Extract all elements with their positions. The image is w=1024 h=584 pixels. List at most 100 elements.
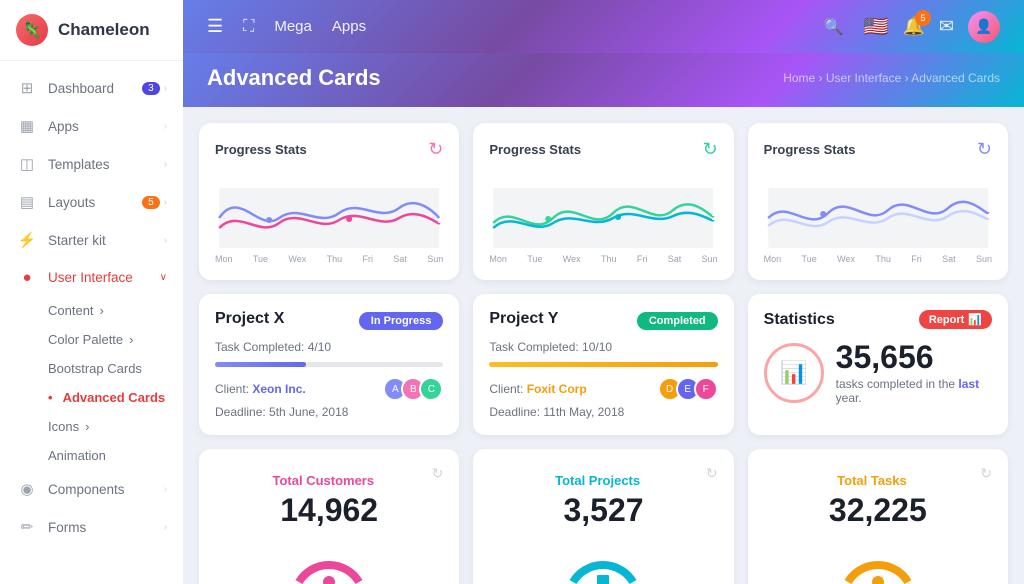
sidebar-item-components[interactable]: ◉ Components › — [0, 470, 183, 508]
chart-icon-1[interactable]: ↻ — [428, 139, 443, 160]
refresh-icon-customers[interactable]: ↻ — [432, 465, 444, 482]
card-header-3: Progress Stats ↻ — [764, 139, 992, 160]
search-icon[interactable]: 🔍 — [824, 17, 844, 37]
subnav-advanced-cards[interactable]: Advanced Cards — [48, 383, 183, 412]
chart-icon-2[interactable]: ↻ — [703, 139, 718, 160]
apps-label: Apps — [48, 119, 164, 134]
dashboard-icon: ⊞ — [16, 79, 38, 97]
statistics-title: Statistics — [764, 311, 835, 329]
subnav-content[interactable]: Content › — [48, 296, 183, 325]
userinterface-icon: ● — [16, 269, 38, 286]
chart-icon-3[interactable]: ↻ — [977, 139, 992, 160]
avatar-3: C — [419, 377, 443, 401]
main-area: ☰ ⛶ Mega Apps 🔍 🇺🇸 🔔 5 ✉ 👤 Advanced Card… — [183, 0, 1024, 584]
sidebar-item-starterkit[interactable]: ⚡ Starter kit › — [0, 221, 183, 259]
app-name: Chameleon — [58, 20, 150, 40]
sidebar-item-apps[interactable]: ▦ Apps › — [0, 107, 183, 145]
progress-stats-card-2: Progress Stats ↻ MonTueWexThuFriSatSun — [473, 123, 733, 280]
layouts-label: Layouts — [48, 195, 142, 210]
content-area: Progress Stats ↻ M — [183, 107, 1024, 584]
total-projects-number: 3,527 — [489, 492, 717, 529]
page-title: Advanced Cards — [207, 65, 381, 91]
chart-labels-2: MonTueWexThuFriSatSun — [489, 254, 717, 264]
project-x-deadline: Deadline: 5th June, 2018 — [215, 405, 443, 419]
layouts-badge: 5 — [142, 196, 160, 209]
card-header-2: Progress Stats ↻ — [489, 139, 717, 160]
avatar-6: F — [694, 377, 718, 401]
icons-label: Icons — [48, 419, 79, 434]
project-x-status: In Progress — [359, 312, 444, 330]
refresh-icon-projects[interactable]: ↻ — [706, 465, 718, 482]
sidebar-item-templates[interactable]: ◫ Templates › — [0, 145, 183, 183]
chart-area-1 — [215, 168, 443, 248]
header-nav: Mega Apps — [274, 18, 803, 35]
cards-grid: Progress Stats ↻ M — [199, 123, 1008, 584]
logo-area: 🦎 Chameleon — [0, 0, 183, 61]
card-title-2: Progress Stats — [489, 142, 581, 157]
project-x-title: Project X — [215, 310, 284, 328]
refresh-icon-tasks[interactable]: ↻ — [980, 465, 992, 482]
dashboard-badge: 3 — [142, 82, 160, 95]
project-y-card: Project Y Completed Task Completed: 10/1… — [473, 294, 733, 435]
chart-area-3 — [764, 168, 992, 248]
statistics-header: Statistics Report 📊 — [764, 310, 992, 329]
components-label: Components — [48, 482, 164, 497]
subnav-animation[interactable]: Animation — [48, 441, 183, 470]
sidebar-item-dashboard[interactable]: ⊞ Dashboard 3 › — [0, 69, 183, 107]
starterkit-icon: ⚡ — [16, 231, 38, 249]
subnav-bootstrap-cards[interactable]: Bootstrap Cards — [48, 354, 183, 383]
total-tasks-donut — [764, 537, 992, 584]
statistics-main: 📊 35,656 tasks completed in the last yea… — [764, 341, 992, 405]
dashboard-label: Dashboard — [48, 81, 142, 96]
templates-icon: ◫ — [16, 155, 38, 173]
chart-labels-1: MonTueWexThuFriSatSun — [215, 254, 443, 264]
total-customers-label: Total Customers — [215, 473, 443, 488]
sidebar: 🦎 Chameleon ⊞ Dashboard 3 › ▦ Apps › ◫ T… — [0, 0, 183, 584]
total-projects-label: Total Projects — [489, 473, 717, 488]
subnav-icons[interactable]: Icons › — [48, 412, 183, 441]
total-tasks-number: 32,225 — [764, 492, 992, 529]
expand-icon[interactable]: ⛶ — [243, 18, 254, 36]
total-tasks-card: ↻ Total Tasks 32,225 — [748, 449, 1008, 584]
sidebar-item-layouts[interactable]: ▤ Layouts 5 › — [0, 183, 183, 221]
report-badge: Report 📊 — [919, 310, 992, 329]
sidebar-item-forms[interactable]: ✏ Forms › — [0, 508, 183, 546]
header-nav-mega[interactable]: Mega — [274, 18, 312, 35]
total-projects-donut — [489, 537, 717, 584]
sidebar-item-userinterface[interactable]: ● User Interface ∨ — [0, 259, 183, 296]
card-title-1: Progress Stats — [215, 142, 307, 157]
sidebar-nav: ⊞ Dashboard 3 › ▦ Apps › ◫ Templates › ▤… — [0, 61, 183, 584]
header-nav-apps[interactable]: Apps — [332, 18, 366, 35]
color-palette-label: Color Palette — [48, 332, 123, 347]
project-x-card: Project X In Progress Task Completed: 4/… — [199, 294, 459, 435]
starterkit-label: Starter kit — [48, 233, 164, 248]
card-header-1: Progress Stats ↻ — [215, 139, 443, 160]
mail-icon[interactable]: ✉ — [939, 16, 954, 37]
project-y-title: Project Y — [489, 310, 558, 328]
project-y-header: Project Y Completed — [489, 310, 717, 332]
advanced-cards-label: Advanced Cards — [63, 390, 166, 405]
flag-icon: 🇺🇸 — [864, 14, 889, 39]
notification-badge: 5 — [915, 10, 931, 26]
breadcrumb: Home › User Interface › Advanced Cards — [783, 71, 1000, 85]
project-x-client: Xeon Inc. — [252, 382, 305, 396]
progress-stats-card-1: Progress Stats ↻ M — [199, 123, 459, 280]
notification-button[interactable]: 🔔 5 — [902, 16, 924, 37]
subnav-color-palette[interactable]: Color Palette › — [48, 325, 183, 354]
project-x-header: Project X In Progress — [215, 310, 443, 332]
progress-stats-card-3: Progress Stats ↻ MonTueWexThuFriSatSun — [748, 123, 1008, 280]
total-customers-card: ↻ Total Customers 14,962 — [199, 449, 459, 584]
stats-number: 35,656 — [836, 341, 992, 373]
avatar[interactable]: 👤 — [968, 11, 1000, 43]
menu-icon[interactable]: ☰ — [207, 16, 223, 37]
userinterface-label: User Interface — [48, 270, 160, 285]
project-y-deadline: Deadline: 11th May, 2018 — [489, 405, 717, 419]
project-x-progress-fill — [215, 362, 306, 367]
statistics-card: Statistics Report 📊 📊 35,656 tasks compl… — [748, 294, 1008, 435]
project-y-client-row: Client: Foxit Corp D E F — [489, 377, 717, 401]
forms-icon: ✏ — [16, 518, 38, 536]
project-y-avatars: D E F — [658, 377, 718, 401]
project-x-progress-bg — [215, 362, 443, 367]
apps-icon: ▦ — [16, 117, 38, 135]
project-y-status: Completed — [637, 312, 718, 330]
